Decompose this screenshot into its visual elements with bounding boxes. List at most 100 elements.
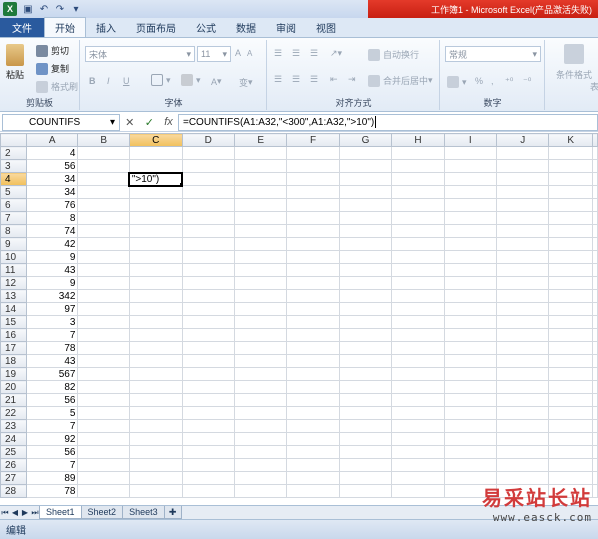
- column-header[interactable]: K: [548, 133, 593, 147]
- cell[interactable]: [495, 237, 550, 251]
- cell[interactable]: 43: [25, 263, 79, 277]
- column-header[interactable]: H: [391, 133, 445, 147]
- cell[interactable]: [443, 263, 498, 277]
- cell[interactable]: [443, 146, 498, 160]
- cell[interactable]: [233, 185, 288, 199]
- excel-app-icon[interactable]: X: [3, 2, 17, 16]
- cell[interactable]: 34: [25, 185, 79, 199]
- font-name-select[interactable]: 宋体 ▾: [85, 46, 195, 62]
- cell[interactable]: [286, 380, 340, 394]
- cell[interactable]: [391, 328, 445, 342]
- prev-sheet-icon[interactable]: ◀: [10, 508, 20, 517]
- column-header[interactable]: B: [77, 133, 130, 147]
- cell[interactable]: [77, 328, 130, 342]
- row-header[interactable]: 21: [0, 393, 27, 407]
- cell[interactable]: [443, 406, 498, 420]
- cell[interactable]: [592, 250, 598, 264]
- cell[interactable]: [286, 354, 340, 368]
- cell[interactable]: [181, 445, 235, 459]
- tab-review[interactable]: 审阅: [266, 18, 306, 37]
- cell[interactable]: [77, 471, 130, 485]
- cell[interactable]: [77, 458, 130, 472]
- cell[interactable]: [338, 354, 393, 368]
- cell[interactable]: [338, 289, 393, 303]
- cell[interactable]: [443, 328, 498, 342]
- active-cell[interactable]: ">10"): [128, 171, 184, 187]
- cell[interactable]: [77, 172, 130, 186]
- cell[interactable]: [443, 289, 498, 303]
- cell[interactable]: [443, 237, 498, 251]
- cell[interactable]: [495, 224, 550, 238]
- cell[interactable]: [548, 250, 593, 264]
- column-header[interactable]: [592, 133, 598, 147]
- cell[interactable]: [391, 302, 445, 316]
- cell[interactable]: 56: [25, 445, 79, 459]
- cell[interactable]: [286, 263, 340, 277]
- cell[interactable]: [338, 276, 393, 290]
- cell[interactable]: [495, 328, 550, 342]
- shrink-font-button[interactable]: A: [247, 49, 252, 58]
- cell[interactable]: [338, 367, 393, 381]
- cell[interactable]: [495, 263, 550, 277]
- cell[interactable]: [592, 237, 598, 251]
- cell[interactable]: [443, 432, 498, 446]
- cell[interactable]: [338, 406, 393, 420]
- cell[interactable]: [338, 302, 393, 316]
- first-sheet-icon[interactable]: ⏮: [0, 508, 10, 518]
- cell[interactable]: [338, 263, 393, 277]
- cell[interactable]: [548, 367, 593, 381]
- cell[interactable]: [128, 471, 183, 485]
- cell[interactable]: [443, 211, 498, 225]
- cell[interactable]: [233, 263, 288, 277]
- cell[interactable]: [338, 419, 393, 433]
- cell[interactable]: [495, 302, 550, 316]
- cell[interactable]: [181, 328, 235, 342]
- cell[interactable]: [391, 224, 445, 238]
- cell[interactable]: [233, 445, 288, 459]
- cell[interactable]: [286, 484, 340, 498]
- cell[interactable]: [548, 458, 593, 472]
- indent-increase-icon[interactable]: ⇥: [348, 74, 356, 85]
- cell[interactable]: [233, 341, 288, 355]
- cell[interactable]: [391, 211, 445, 225]
- font-size-select[interactable]: 11 ▾: [197, 46, 231, 62]
- cell[interactable]: [286, 406, 340, 420]
- cell[interactable]: [181, 198, 235, 212]
- cell[interactable]: 42: [25, 237, 79, 251]
- cell[interactable]: 43: [25, 354, 79, 368]
- cell[interactable]: [128, 211, 183, 225]
- cell[interactable]: [495, 445, 550, 459]
- cell[interactable]: [181, 276, 235, 290]
- cell[interactable]: [233, 276, 288, 290]
- cell[interactable]: [338, 328, 393, 342]
- column-header[interactable]: G: [338, 133, 393, 147]
- cell[interactable]: [338, 159, 393, 173]
- cell[interactable]: [77, 159, 130, 173]
- cell[interactable]: [495, 250, 550, 264]
- cell[interactable]: [181, 289, 235, 303]
- cell[interactable]: [233, 224, 288, 238]
- cell[interactable]: [592, 341, 598, 355]
- cell[interactable]: [391, 237, 445, 251]
- cell[interactable]: [128, 250, 183, 264]
- cell[interactable]: [495, 380, 550, 394]
- row-header[interactable]: 20: [0, 380, 27, 394]
- cell[interactable]: [77, 302, 130, 316]
- cell[interactable]: [548, 406, 593, 420]
- decrease-decimal-icon[interactable]: ⁻⁰: [523, 76, 531, 87]
- cell[interactable]: [391, 198, 445, 212]
- cell[interactable]: [495, 276, 550, 290]
- cell[interactable]: 567: [25, 367, 79, 381]
- cell[interactable]: [391, 172, 445, 186]
- cell[interactable]: [128, 302, 183, 316]
- cell[interactable]: [286, 328, 340, 342]
- cell[interactable]: [592, 146, 598, 160]
- row-header[interactable]: 11: [0, 263, 27, 277]
- cell[interactable]: [286, 432, 340, 446]
- row-header[interactable]: 10: [0, 250, 27, 264]
- cell[interactable]: [233, 315, 288, 329]
- currency-button[interactable]: ▾: [447, 76, 467, 88]
- cell[interactable]: [548, 393, 593, 407]
- cell[interactable]: [391, 250, 445, 264]
- cell[interactable]: [286, 289, 340, 303]
